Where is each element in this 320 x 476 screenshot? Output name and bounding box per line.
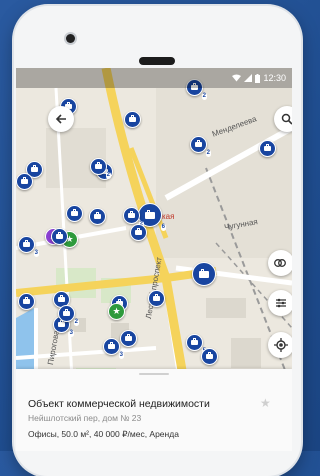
search-icon: [281, 113, 292, 125]
sheet-drag-handle[interactable]: [139, 373, 169, 375]
favorite-star-icon[interactable]: ★: [260, 396, 271, 410]
filter-button[interactable]: [268, 290, 292, 316]
transport-layer-button[interactable]: [268, 250, 292, 276]
map-marker-building[interactable]: [16, 173, 33, 190]
battery-icon: [255, 73, 261, 83]
map-marker-building[interactable]: [18, 293, 35, 310]
status-bar: 12:30: [16, 68, 292, 88]
map-marker-building[interactable]: 2: [123, 207, 144, 228]
map-marker-building[interactable]: 2: [58, 305, 79, 326]
property-bottom-sheet[interactable]: Объект коммерческой недвижимости ★ Нейшл…: [16, 369, 292, 451]
wifi-icon: [232, 74, 242, 82]
camera-icon: [66, 34, 75, 43]
map-marker-building[interactable]: 2: [90, 158, 111, 179]
map-marker-building[interactable]: [192, 262, 216, 286]
map-marker-building[interactable]: [66, 205, 83, 222]
map-marker-building[interactable]: 3: [18, 236, 39, 257]
app-screen: 12:30 Менделеева Чугунная Лесной проспек…: [16, 68, 292, 451]
map-marker-cluster-ring[interactable]: [130, 224, 147, 241]
arrow-back-icon: [55, 114, 66, 124]
map-marker-building[interactable]: 3: [103, 338, 124, 359]
map-marker-building[interactable]: [120, 330, 137, 347]
signal-icon: [244, 74, 253, 82]
speaker-grille: [139, 57, 175, 65]
property-details: Офисы, 50.0 м², 40 000 ₽/мес, Аренда: [28, 429, 179, 439]
map-marker-building[interactable]: [51, 228, 68, 245]
map-marker-building[interactable]: 2: [190, 136, 211, 157]
property-title: Объект коммерческой недвижимости: [28, 398, 210, 410]
metro-icon: [274, 259, 286, 267]
locate-icon: [274, 338, 288, 352]
map-marker-building[interactable]: [259, 140, 276, 157]
back-button[interactable]: [48, 106, 74, 132]
status-time: 12:30: [263, 73, 286, 83]
property-address: Нейшлотский пер, дом № 23: [28, 413, 142, 423]
map-marker-building[interactable]: [148, 290, 165, 307]
my-location-button[interactable]: [268, 332, 292, 358]
map-marker-green[interactable]: ★: [108, 303, 125, 320]
filter-icon: [276, 298, 286, 308]
map-marker-building[interactable]: [124, 111, 141, 128]
map-marker-building[interactable]: [201, 348, 218, 365]
map-marker-building[interactable]: [89, 208, 106, 225]
map-marker-building[interactable]: 5: [186, 334, 207, 355]
